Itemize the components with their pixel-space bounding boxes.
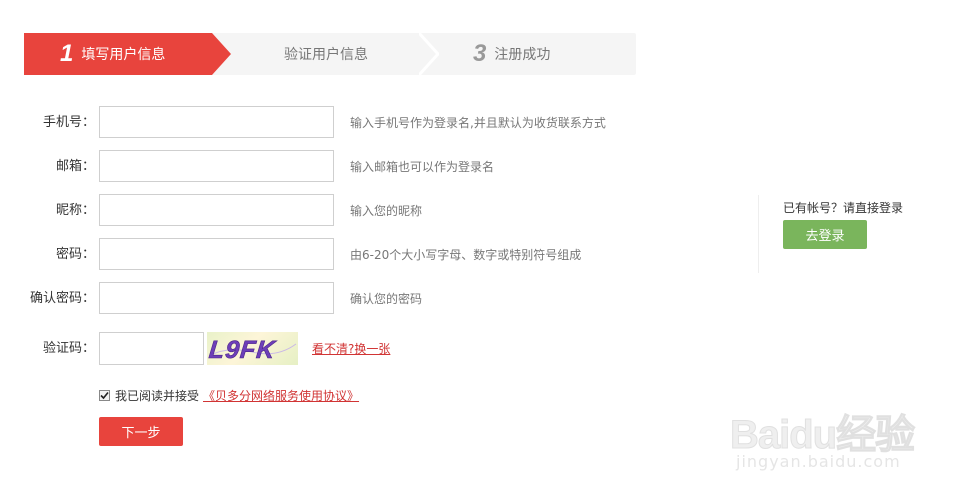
existing-account-text: 已有帐号？请直接登录 [783,201,904,215]
email-input[interactable] [99,150,334,182]
step-2-label: 验证用户信息 [284,47,368,63]
step-3-label: 注册成功 [494,47,551,63]
side-divider [758,195,759,273]
confirm-password-hint: 确认您的密码 [350,292,423,306]
nickname-label: 昵称： [55,203,95,218]
nickname-hint: 输入您的昵称 [350,204,423,218]
watermark-url: jingyan.baidu.com [736,452,901,471]
baidu-watermark: Baidu经验 jingyan.baidu.com [729,392,930,482]
captcha-image[interactable]: L9FK [207,332,298,365]
nickname-row: 昵称： 输入您的昵称 [0,194,720,228]
phone-input[interactable] [99,106,334,138]
phone-row: 手机号： 输入手机号作为登录名,并且默认为收货联系方式 [0,106,720,140]
confirm-password-label: 确认密码： [29,291,95,306]
password-hint: 由6-20个大小写字母、数字或特别符号组成 [350,248,582,262]
agreement-text: 我已阅读并接受 [115,388,200,403]
step-3-number: 3 [473,40,487,67]
captcha-graphic: L9FK [207,336,297,364]
agreement-checkbox[interactable] [99,389,110,401]
email-row: 邮箱： 输入邮箱也可以作为登录名 [0,150,720,184]
step-1: 1 填写用户信息 [24,33,231,75]
confirm-password-row: 确认密码： 确认您的密码 [0,282,720,316]
agreement-link[interactable]: 《贝多分网络服务使用协议》 [203,387,359,404]
captcha-refresh-link[interactable]: 看不清?换一张 [312,332,390,366]
captcha-label: 验证码： [42,341,95,356]
captcha-row: 验证码： L9FK 看不清?换一张 [0,332,720,366]
login-button[interactable]: 去登录 [783,220,867,249]
password-row: 密码： 由6-20个大小写字母、数字或特别符号组成 [0,238,720,272]
email-hint: 输入邮箱也可以作为登录名 [350,160,495,174]
step-1-number: 1 [60,40,74,67]
phone-label: 手机号： [42,115,95,130]
step-progress-bar: 1 填写用户信息 验证用户信息 3 注册成功 [24,33,636,75]
captcha-text: L9FK [208,336,278,364]
step-2: 验证用户信息 [284,33,368,75]
step-1-label: 填写用户信息 [81,47,166,63]
agreement-row: 我已阅读并接受 《贝多分网络服务使用协议》 [99,387,359,403]
check-icon [100,391,109,399]
password-label: 密码： [55,247,95,262]
phone-hint: 输入手机号作为登录名,并且默认为收货联系方式 [350,116,606,130]
password-input[interactable] [99,238,334,270]
step-3: 3 注册成功 [473,33,550,75]
email-label: 邮箱： [55,159,95,174]
confirm-password-input[interactable] [99,282,334,314]
captcha-input[interactable] [99,332,204,365]
nickname-input[interactable] [99,194,334,226]
next-step-button[interactable]: 下一步 [99,417,183,446]
step-separator-chevron-icon [419,33,439,75]
